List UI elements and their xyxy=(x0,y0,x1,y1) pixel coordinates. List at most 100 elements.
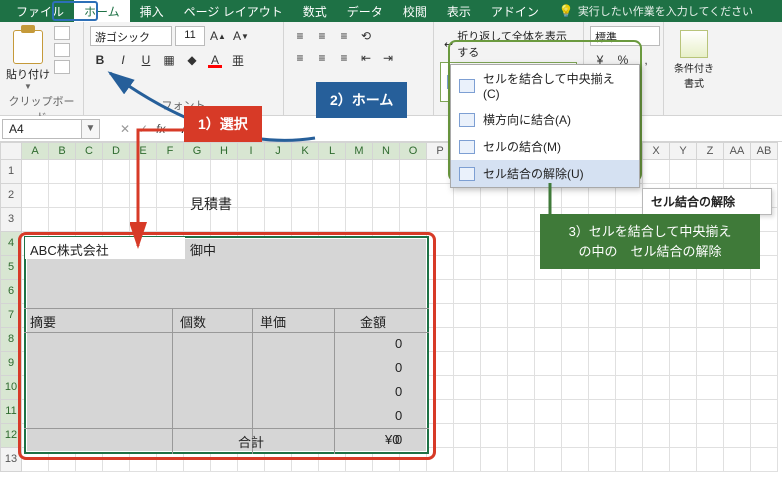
cell[interactable] xyxy=(589,400,616,424)
cell[interactable] xyxy=(238,208,265,232)
column-header[interactable]: H xyxy=(211,142,238,160)
row-header[interactable]: 12 xyxy=(0,424,22,448)
cell[interactable] xyxy=(751,304,778,328)
cell[interactable] xyxy=(265,160,292,184)
cell[interactable] xyxy=(22,160,49,184)
column-header[interactable]: K xyxy=(292,142,319,160)
cell[interactable] xyxy=(481,352,508,376)
cell[interactable] xyxy=(508,352,535,376)
align-bottom-icon[interactable]: ≡ xyxy=(334,26,354,46)
cell[interactable] xyxy=(589,280,616,304)
cell[interactable] xyxy=(427,232,454,256)
cell[interactable] xyxy=(427,424,454,448)
row-header[interactable]: 3 xyxy=(0,208,22,232)
fill-color-button[interactable]: ◆ xyxy=(182,50,202,70)
cell[interactable] xyxy=(697,400,724,424)
cell[interactable] xyxy=(400,184,427,208)
paste-button[interactable]: 貼り付け ▼ xyxy=(6,26,50,91)
cell[interactable] xyxy=(481,304,508,328)
cell[interactable] xyxy=(751,352,778,376)
cell[interactable] xyxy=(292,208,319,232)
cell[interactable] xyxy=(697,424,724,448)
cell[interactable] xyxy=(319,184,346,208)
row-header[interactable]: 8 xyxy=(0,328,22,352)
cell[interactable] xyxy=(670,280,697,304)
align-right-icon[interactable]: ≡ xyxy=(334,48,354,68)
cell[interactable] xyxy=(616,328,643,352)
cell[interactable] xyxy=(346,184,373,208)
cell[interactable] xyxy=(481,376,508,400)
cell[interactable] xyxy=(616,448,643,472)
cell[interactable] xyxy=(508,280,535,304)
cell[interactable] xyxy=(454,280,481,304)
merge-item-merge-across[interactable]: 横方向に結合(A) xyxy=(451,106,639,133)
cell[interactable] xyxy=(535,352,562,376)
cell[interactable] xyxy=(589,448,616,472)
cell[interactable] xyxy=(508,424,535,448)
cell[interactable] xyxy=(670,424,697,448)
cell[interactable] xyxy=(76,184,103,208)
tab-review[interactable]: 校閲 xyxy=(393,0,437,23)
cell[interactable] xyxy=(724,352,751,376)
cell[interactable] xyxy=(427,280,454,304)
increase-font-icon[interactable]: A▲ xyxy=(208,26,228,46)
tab-page-layout[interactable]: ページ レイアウト xyxy=(174,0,293,23)
cell[interactable] xyxy=(265,208,292,232)
row-header[interactable]: 11 xyxy=(0,400,22,424)
cell[interactable] xyxy=(76,160,103,184)
cell[interactable] xyxy=(157,160,184,184)
cell[interactable] xyxy=(562,304,589,328)
row-header[interactable]: 13 xyxy=(0,448,22,472)
cell[interactable] xyxy=(751,400,778,424)
cell[interactable] xyxy=(454,376,481,400)
cell[interactable] xyxy=(481,256,508,280)
cell[interactable] xyxy=(670,376,697,400)
cell[interactable] xyxy=(643,328,670,352)
fx-icon[interactable]: fx xyxy=(156,122,165,136)
font-name-selector[interactable]: 游ゴシック xyxy=(90,26,172,46)
cell[interactable] xyxy=(238,184,265,208)
cell[interactable] xyxy=(427,208,454,232)
cell[interactable] xyxy=(427,352,454,376)
column-header[interactable]: M xyxy=(346,142,373,160)
cell[interactable] xyxy=(724,448,751,472)
cell[interactable] xyxy=(697,376,724,400)
cell[interactable] xyxy=(157,208,184,232)
row-header[interactable]: 2 xyxy=(0,184,22,208)
cell[interactable] xyxy=(697,328,724,352)
column-header[interactable]: N xyxy=(373,142,400,160)
row-header[interactable]: 4 xyxy=(0,232,22,256)
cell[interactable] xyxy=(670,304,697,328)
cell[interactable] xyxy=(670,328,697,352)
cell[interactable] xyxy=(724,280,751,304)
column-header[interactable]: D xyxy=(103,142,130,160)
cell[interactable] xyxy=(589,304,616,328)
cell[interactable] xyxy=(562,424,589,448)
cell[interactable] xyxy=(508,376,535,400)
cell[interactable] xyxy=(427,400,454,424)
cell[interactable] xyxy=(562,376,589,400)
cell[interactable] xyxy=(319,160,346,184)
cell[interactable] xyxy=(697,304,724,328)
cell[interactable] xyxy=(751,448,778,472)
column-header[interactable]: B xyxy=(49,142,76,160)
cell[interactable] xyxy=(670,160,697,184)
cell[interactable] xyxy=(751,328,778,352)
cell[interactable] xyxy=(481,400,508,424)
column-header[interactable]: Y xyxy=(670,142,697,160)
cell[interactable] xyxy=(751,280,778,304)
cell[interactable] xyxy=(751,160,778,184)
cancel-formula-icon[interactable]: ✕ xyxy=(120,122,130,136)
cell[interactable] xyxy=(508,232,535,256)
cell[interactable] xyxy=(643,400,670,424)
cell[interactable] xyxy=(427,376,454,400)
cell[interactable] xyxy=(49,160,76,184)
cell[interactable] xyxy=(454,328,481,352)
cell[interactable] xyxy=(508,400,535,424)
cell[interactable] xyxy=(400,160,427,184)
cell[interactable] xyxy=(697,160,724,184)
column-header[interactable]: E xyxy=(130,142,157,160)
cell[interactable] xyxy=(346,160,373,184)
cell[interactable] xyxy=(697,352,724,376)
cell[interactable] xyxy=(103,184,130,208)
